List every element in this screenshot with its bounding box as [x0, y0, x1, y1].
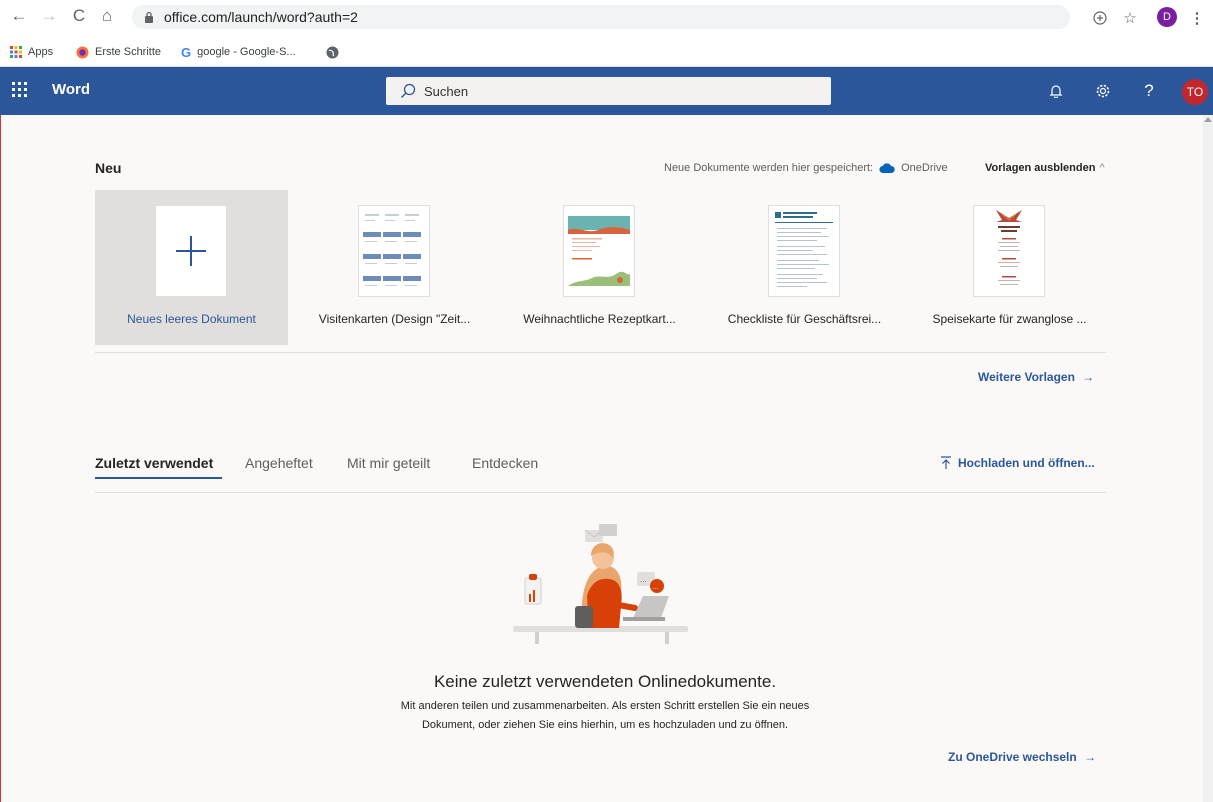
template-label: Neues leeres Dokument: [127, 312, 256, 326]
onedrive-cloud-icon: [879, 163, 895, 173]
user-avatar[interactable]: TO: [1182, 79, 1208, 105]
onedrive-link-label: Zu OneDrive wechseln: [948, 750, 1077, 764]
empty-state-line-1: Mit anderen teilen und zusammenarbeiten.…: [400, 700, 810, 712]
divider: [95, 492, 1106, 493]
tab-recent[interactable]: Zuletzt verwendet: [95, 455, 213, 471]
go-to-onedrive-link[interactable]: Zu OneDrive wechseln →: [948, 750, 1096, 764]
template-label: Speisekarte für zwanglose ...: [932, 312, 1087, 326]
template-label: Checkliste für Geschäftsrei...: [727, 312, 882, 326]
upload-icon: [941, 456, 951, 469]
office-header: Word Suchen ? TO: [0, 67, 1213, 115]
bookmark-google[interactable]: G google - Google-S...: [181, 44, 296, 60]
forward-arrow-icon[interactable]: →: [40, 6, 58, 25]
url-text: office.com/launch/word?auth=2: [164, 9, 358, 25]
empty-state-title: Keine zuletzt verwendeten Onlinedokument…: [433, 672, 777, 691]
bookmark-globe[interactable]: [326, 44, 339, 60]
address-bar[interactable]: office.com/launch/word?auth=2: [132, 5, 1070, 29]
bookmarks-bar: Apps Erste Schritte G google - Google-S.…: [0, 38, 1213, 67]
empty-state-line-2: Dokument, oder ziehen Sie eins hierhin, …: [421, 719, 789, 731]
reload-icon[interactable]: C: [70, 6, 88, 25]
bookmark-star-icon[interactable]: ☆: [1120, 8, 1140, 28]
upload-and-open-link[interactable]: Hochladen und öffnen...: [940, 456, 1095, 470]
arrow-right-icon: →: [1084, 750, 1097, 764]
settings-gear-icon[interactable]: [1091, 79, 1115, 103]
upload-label: Hochladen und öffnen...: [958, 456, 1095, 470]
search-input[interactable]: Suchen: [386, 77, 831, 105]
scroll-up-arrow-icon[interactable]: [1204, 117, 1212, 122]
template-business-cards[interactable]: Visitenkarten (Design "Zeit...: [298, 190, 491, 345]
apps-grid-icon: [10, 46, 22, 58]
help-question-icon[interactable]: ?: [1137, 79, 1161, 103]
template-casual-menu[interactable]: Speisekarte für zwanglose ...: [913, 190, 1106, 345]
template-blank-document[interactable]: Neues leeres Dokument: [95, 190, 288, 345]
search-placeholder: Suchen: [424, 83, 469, 99]
bookmark-label: google - Google-S...: [197, 46, 296, 58]
bookmark-label: Apps: [28, 46, 54, 58]
bookmark-apps[interactable]: Apps: [10, 44, 53, 60]
lock-icon: [144, 11, 154, 23]
template-thumbnail: [156, 206, 226, 296]
back-arrow-icon[interactable]: ←: [10, 6, 28, 25]
template-thumbnail: [359, 206, 429, 296]
app-name[interactable]: Word: [52, 81, 90, 98]
hide-templates-link[interactable]: Vorlagen ausblenden ^: [985, 162, 1105, 174]
browser-toolbar: ← → C ⌂ office.com/launch/word?auth=2 ☆ …: [0, 0, 1213, 38]
template-label: Weihnachtliche Rezeptkart...: [523, 312, 676, 326]
save-location-note: Neue Dokumente werden hier gespeichert: …: [664, 162, 948, 174]
save-location-name[interactable]: OneDrive: [901, 162, 947, 174]
svg-text:...: ...: [640, 576, 647, 584]
hide-templates-label: Vorlagen ausblenden: [985, 162, 1096, 174]
firefox-icon: [76, 46, 89, 58]
tab-pinned[interactable]: Angeheftet: [245, 455, 313, 471]
more-templates-link[interactable]: Weitere Vorlagen →: [978, 370, 1094, 384]
search-icon: [400, 83, 416, 99]
app-launcher-waffle-icon[interactable]: [12, 82, 30, 100]
more-templates-label: Weitere Vorlagen: [978, 370, 1075, 384]
notification-bell-icon[interactable]: [1044, 79, 1068, 103]
chevron-up-icon: ^: [1099, 162, 1105, 174]
arrow-right-icon: →: [1082, 370, 1095, 384]
home-icon[interactable]: ⌂: [98, 6, 116, 25]
bookmark-label: Erste Schritte: [95, 46, 162, 58]
empty-state-illustration: ... ...: [505, 520, 705, 650]
empty-state-description: Mit anderen teilen und zusammenarbeiten.…: [305, 697, 905, 735]
tab-discover[interactable]: Entdecken: [472, 455, 538, 471]
zoom-icon[interactable]: [1090, 8, 1110, 28]
plus-icon: [176, 236, 206, 266]
divider: [95, 352, 1106, 353]
window-edge-line: [0, 115, 1, 802]
template-travel-checklist[interactable]: Checkliste für Geschäftsrei...: [708, 190, 901, 345]
template-thumbnail: [564, 206, 634, 296]
template-thumbnail: [769, 206, 839, 296]
template-label: Visitenkarten (Design "Zeit...: [318, 312, 471, 326]
page-scrollbar[interactable]: [1203, 115, 1213, 802]
bookmark-erste-schritte[interactable]: Erste Schritte: [76, 44, 161, 60]
google-icon: G: [181, 44, 192, 60]
menu-kebab-icon[interactable]: ⋮: [1190, 8, 1205, 28]
svg-text:...: ...: [653, 584, 659, 591]
section-title-new: Neu: [95, 160, 122, 176]
active-tab-indicator: [95, 477, 222, 479]
template-christmas-recipe[interactable]: Weihnachtliche Rezeptkart...: [503, 190, 696, 345]
browser-profile-avatar[interactable]: D: [1157, 7, 1177, 27]
globe-icon: [326, 46, 339, 58]
tab-shared-with-me[interactable]: Mit mir geteilt: [347, 455, 430, 471]
template-thumbnail: [974, 206, 1044, 296]
save-note-text: Neue Dokumente werden hier gespeichert:: [664, 162, 874, 174]
